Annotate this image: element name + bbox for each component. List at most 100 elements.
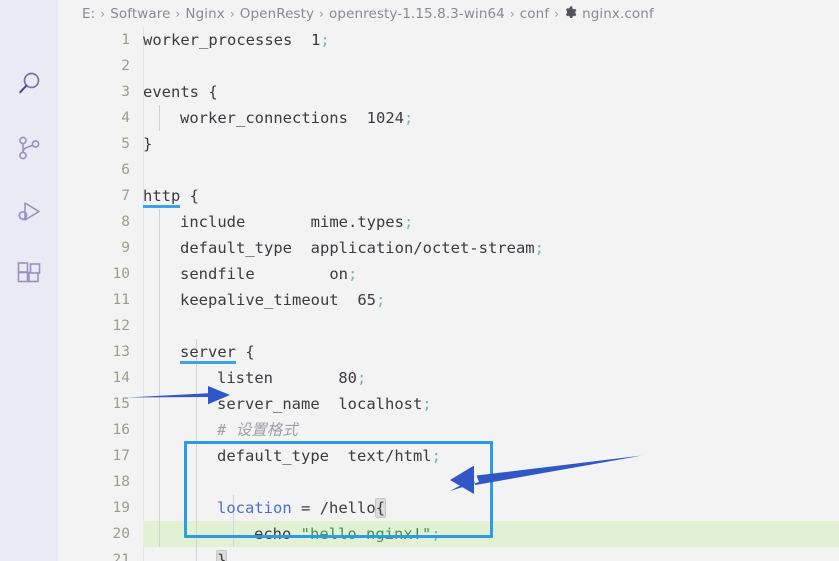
token-keyword: listen (217, 369, 273, 387)
breadcrumb-file[interactable]: nginx.conf (564, 5, 654, 22)
token-keyword: worker_connections (180, 109, 348, 127)
code-line: 10 sendfile on; (58, 261, 839, 287)
code-line: 7 http { (58, 183, 839, 209)
token-operator: = (301, 499, 311, 517)
code-line: 16 # 设置格式 (58, 417, 839, 443)
line-content: location = /hello{ (217, 495, 387, 521)
breadcrumb-item-5[interactable]: conf (520, 6, 549, 22)
breadcrumb-item-3[interactable]: OpenResty (240, 6, 314, 22)
code-line: 19 location = /hello{ (58, 495, 839, 521)
line-number: 14 (112, 370, 130, 386)
line-number: 19 (112, 500, 130, 516)
code-line: 4 worker_connections 1024; (58, 105, 839, 131)
token-value: 80 (338, 369, 357, 387)
token-value: on (329, 265, 348, 283)
line-content: listen 80; (217, 365, 366, 391)
line-number: 9 (121, 240, 130, 256)
token-value: text/html (347, 447, 432, 465)
line-number: 5 (121, 136, 130, 152)
token-keyword: worker_processes (143, 31, 293, 49)
breadcrumb-item-1[interactable]: Software (110, 6, 170, 22)
token-keyword: sendfile (180, 265, 255, 283)
token-value: application/octet-stream (310, 239, 535, 257)
line-number: 20 (112, 526, 130, 542)
code-line: 12 (58, 313, 839, 339)
line-number: 2 (121, 58, 130, 74)
token-brace: { (245, 343, 255, 361)
line-content: server_name localhost; (217, 391, 432, 417)
code-line: 2 (58, 53, 839, 79)
code-line: 6 (58, 157, 839, 183)
line-content: default_type application/octet-stream; (180, 235, 544, 261)
run-debug-icon (13, 196, 45, 228)
code-line: 21 } (58, 547, 839, 561)
line-number: 1 (121, 32, 130, 48)
token-brace: { (208, 83, 218, 101)
code-line: 8 include mime.types; (58, 209, 839, 235)
token-keyword: keepalive_timeout (180, 291, 339, 309)
breadcrumb-separator: › (175, 6, 181, 21)
token-keyword: server_name (217, 395, 320, 413)
search-icon (14, 69, 44, 99)
line-content: events { (143, 79, 218, 105)
token-value: 65 (357, 291, 376, 309)
token-semicolon: ; (357, 369, 367, 387)
token-semicolon: ; (431, 447, 441, 465)
line-number: 4 (121, 110, 130, 126)
line-number: 11 (112, 292, 130, 308)
activity-item-extensions[interactable] (0, 244, 58, 308)
code-line: 17 default_type text/html; (58, 443, 839, 469)
breadcrumb-item-4[interactable]: openresty-1.15.8.3-win64 (329, 6, 505, 22)
token-brace-match: } (215, 550, 228, 561)
activity-bar (0, 0, 58, 561)
token-semicolon: ; (431, 525, 441, 543)
line-number: 18 (112, 474, 130, 490)
code-area[interactable]: 1 worker_processes 1; 2 3 events { 4 wor… (58, 27, 839, 561)
line-content: echo "hello nginx!"; (254, 521, 441, 547)
code-line: 9 default_type application/octet-stream; (58, 235, 839, 261)
line-content: } (215, 547, 228, 561)
breadcrumb-separator: › (100, 6, 106, 21)
breadcrumb-separator: › (509, 6, 515, 21)
activity-item-source-control[interactable] (0, 116, 58, 180)
extensions-icon (14, 261, 44, 291)
line-number: 7 (121, 188, 130, 204)
token-keyword: server (180, 343, 236, 361)
token-semicolon: ; (422, 395, 432, 413)
line-content: worker_processes 1; (143, 27, 330, 53)
token-keyword: include (180, 213, 246, 231)
breadcrumb-item-0[interactable]: E: (82, 6, 95, 22)
token-keyword: default_type (217, 447, 329, 465)
activity-item-search[interactable] (0, 52, 58, 116)
token-keyword: echo (254, 525, 292, 543)
token-semicolon: ; (534, 239, 544, 257)
line-number: 6 (121, 162, 130, 178)
token-keyword: default_type (180, 239, 292, 257)
token-semicolon: ; (403, 213, 414, 231)
breadcrumb-file-label: nginx.conf (582, 5, 654, 22)
token-path: /hello (319, 499, 376, 517)
token-string: "hello nginx!" (300, 525, 432, 543)
activity-item-run-debug[interactable] (0, 180, 58, 244)
line-content: sendfile on; (180, 261, 357, 287)
token-semicolon: ; (320, 31, 330, 49)
token-brace-match: { (374, 498, 387, 518)
token-value: localhost (338, 395, 423, 413)
line-number: 10 (112, 266, 130, 282)
token-value: 1 (310, 31, 321, 49)
line-number: 8 (121, 214, 130, 230)
line-number: 16 (112, 422, 130, 438)
code-line: 3 events { (58, 79, 839, 105)
breadcrumb: E: › Software › Nginx › OpenResty › open… (82, 0, 654, 27)
breadcrumb-item-2[interactable]: Nginx (185, 6, 224, 22)
token-brace: } (143, 135, 153, 153)
